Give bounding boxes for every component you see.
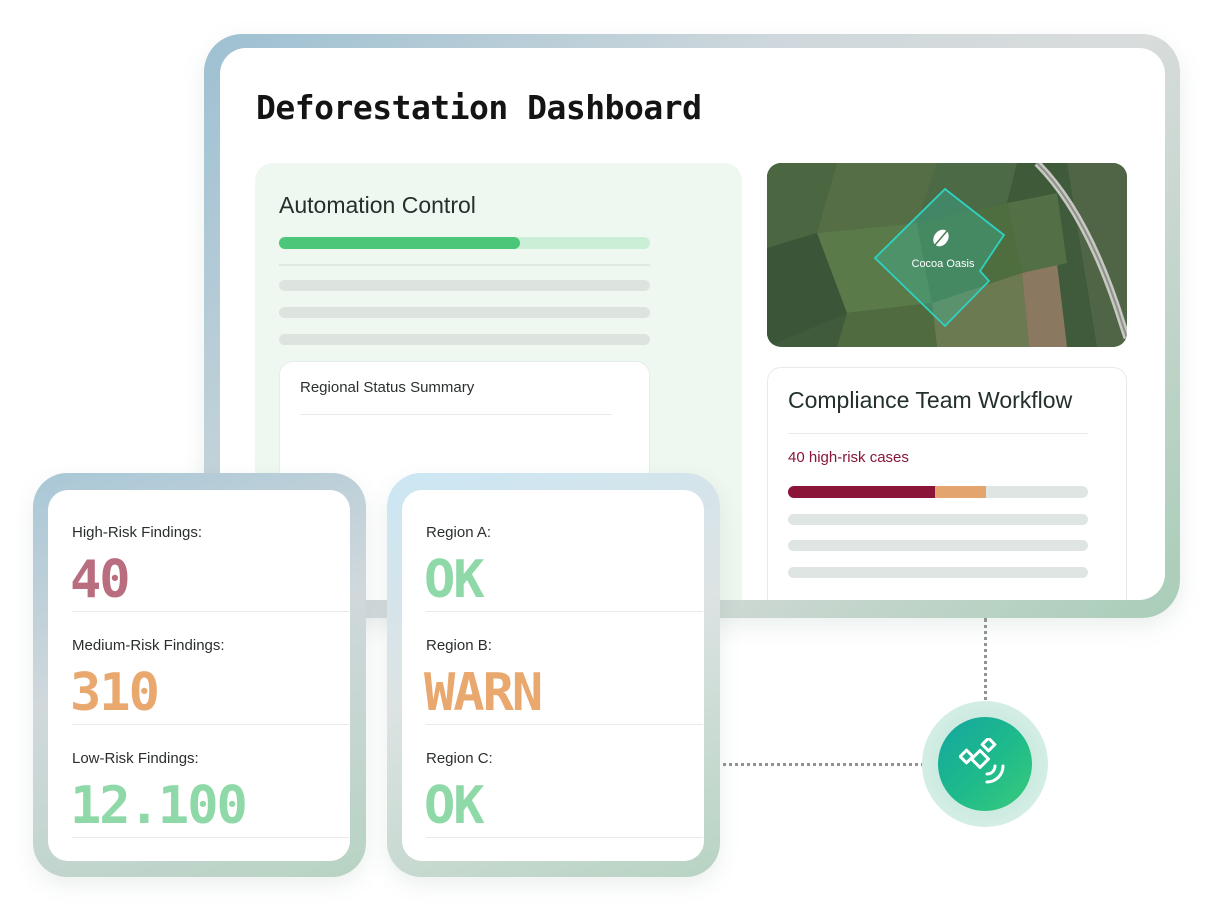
findings-card: High-Risk Findings: 40 Medium-Risk Findi…	[48, 490, 350, 861]
medium-risk-segment	[935, 486, 986, 498]
region-c: Region C: OK	[424, 726, 703, 838]
divider	[426, 837, 703, 838]
automation-title: Automation Control	[279, 192, 476, 218]
region-label: Region A:	[426, 524, 492, 541]
region-label: Region B:	[426, 637, 492, 654]
placeholder-line	[279, 280, 650, 291]
high-risk-findings: High-Risk Findings: 40	[70, 500, 349, 612]
region-status: OK	[424, 776, 485, 836]
compliance-title: Compliance Team Workflow	[788, 387, 1073, 413]
region-status: WARN	[424, 663, 543, 723]
region-a: Region A: OK	[424, 500, 703, 612]
placeholder-line	[788, 567, 1088, 578]
automation-progress-bar	[279, 237, 650, 249]
case-distribution-bar	[788, 486, 1088, 498]
regions-card: Region A: OK Region B: WARN Region C: OK	[402, 490, 704, 861]
plot-label: Cocoa Oasis	[912, 258, 975, 270]
placeholder-line	[279, 334, 650, 345]
compliance-card: Compliance Team Workflow 40 high-risk ca…	[767, 367, 1127, 600]
satellite-map[interactable]: Cocoa Oasis	[767, 163, 1127, 347]
placeholder-line	[788, 514, 1088, 525]
satellite-button[interactable]	[938, 717, 1032, 811]
placeholder-line	[279, 307, 650, 318]
dashboard-title: Deforestation Dashboard	[256, 88, 702, 127]
region-status: OK	[424, 550, 485, 610]
region-label: Region C:	[426, 750, 493, 767]
region-b: Region B: WARN	[424, 613, 703, 725]
divider	[426, 611, 703, 612]
stat-value: 310	[70, 663, 160, 723]
placeholder-line	[788, 540, 1088, 551]
stat-value: 12.100	[70, 776, 248, 836]
connector-line	[984, 618, 987, 714]
stat-label: High-Risk Findings:	[72, 524, 203, 541]
divider	[72, 724, 349, 725]
stat-label: Low-Risk Findings:	[72, 750, 199, 767]
stat-value: 40	[70, 550, 131, 610]
divider	[788, 433, 1088, 434]
satellite-icon	[959, 738, 1005, 784]
divider	[300, 414, 612, 415]
high-risk-segment	[788, 486, 935, 498]
high-risk-cases-label: 40 high-risk cases	[788, 449, 909, 466]
low-risk-findings: Low-Risk Findings: 12.100	[70, 726, 349, 838]
divider	[72, 837, 349, 838]
stat-label: Medium-Risk Findings:	[72, 637, 225, 654]
divider	[426, 724, 703, 725]
connector-line	[704, 763, 924, 766]
divider	[279, 264, 650, 266]
medium-risk-findings: Medium-Risk Findings: 310	[70, 613, 349, 725]
divider	[72, 611, 349, 612]
automation-progress-fill	[279, 237, 521, 249]
regional-status-title: Regional Status Summary	[300, 379, 475, 396]
